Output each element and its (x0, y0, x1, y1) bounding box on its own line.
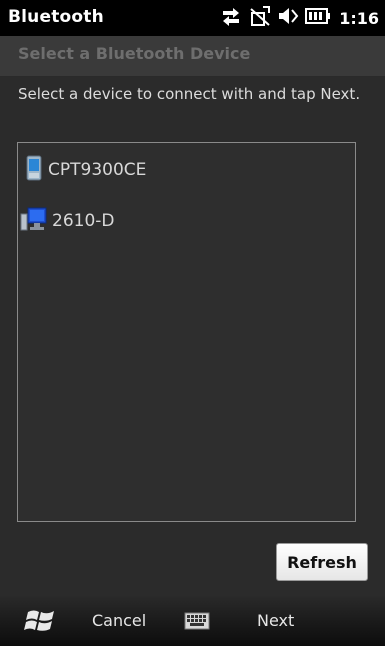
device-name: 2610-D (52, 211, 115, 231)
device-item-2610-d[interactable]: 2610-D (20, 206, 115, 236)
screen: Bluetooth 1:16 Select a Bluetooth Device… (0, 0, 385, 646)
battery-icon[interactable] (305, 7, 331, 29)
device-list[interactable]: CPT9300CE 2610-D (17, 142, 356, 522)
keyboard-icon[interactable] (184, 611, 210, 631)
softkey-bar: Cancel Next (0, 596, 385, 646)
refresh-button[interactable]: Refresh (276, 543, 368, 581)
instruction-text: Select a device to connect with and tap … (18, 85, 361, 103)
status-bar: Bluetooth 1:16 (0, 0, 385, 36)
computer-device-icon (20, 206, 48, 237)
windows-start-icon[interactable] (24, 607, 58, 635)
data-sync-icon[interactable] (219, 5, 243, 31)
page-header: Select a Bluetooth Device (0, 36, 385, 77)
app-title: Bluetooth (8, 7, 104, 27)
speaker-icon[interactable] (277, 5, 299, 31)
cancel-softkey[interactable]: Cancel (92, 611, 146, 630)
device-item-cpt9300ce[interactable]: CPT9300CE (24, 155, 146, 185)
pda-device-icon (24, 155, 44, 186)
device-name: CPT9300CE (48, 160, 147, 180)
status-icons: 1:16 (213, 4, 379, 32)
page-title: Select a Bluetooth Device (18, 44, 251, 63)
clock[interactable]: 1:16 (339, 9, 379, 28)
signal-off-icon[interactable] (249, 5, 271, 31)
next-softkey[interactable]: Next (257, 611, 294, 630)
